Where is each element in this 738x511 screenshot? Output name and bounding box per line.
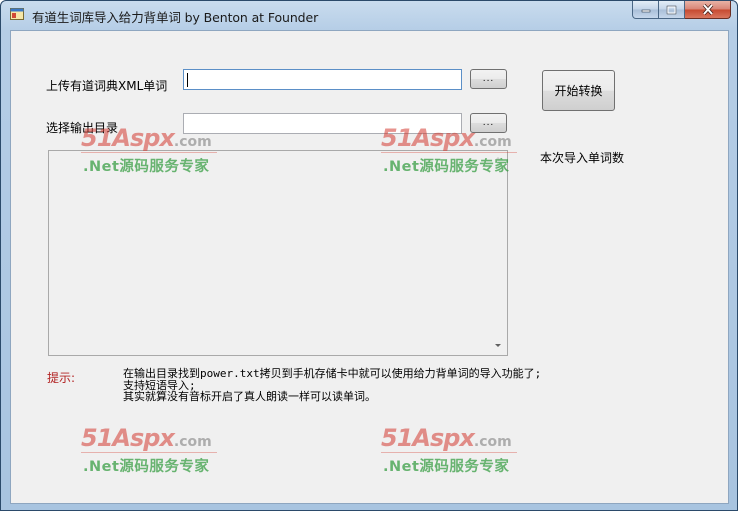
vertical-scrollbar[interactable] — [491, 151, 507, 355]
watermark-divider — [381, 152, 517, 153]
upload-path-input[interactable] — [184, 71, 461, 91]
maximize-button[interactable] — [659, 1, 685, 19]
watermark-domain: .com — [473, 434, 512, 450]
watermark-divider — [381, 452, 517, 453]
import-count-label: 本次导入单词数 — [540, 151, 625, 165]
watermark-tagline: .Net源码服务专家 — [83, 159, 210, 175]
hint-label: 提示: — [47, 371, 76, 385]
watermark-divider — [81, 452, 217, 453]
watermark-domain: .com — [473, 134, 512, 150]
hint-line: 在输出目录找到power.txt拷贝到手机存储卡中就可以使用给力背单词的导入功能… — [123, 367, 542, 380]
watermark-logo: 51Aspx.com .Net源码服务专家 — [381, 424, 521, 475]
close-button[interactable] — [685, 1, 731, 19]
maximize-icon — [666, 5, 677, 14]
scroll-down-arrow-icon[interactable] — [495, 344, 501, 347]
watermark-brand: 51Aspx — [381, 124, 475, 152]
watermark-brand: 51Aspx — [81, 124, 175, 152]
watermark-logo: 51Aspx.com .Net源码服务专家 — [81, 124, 221, 175]
watermark-tagline: .Net源码服务专家 — [83, 459, 210, 475]
watermark-brand: 51Aspx — [381, 424, 475, 452]
app-window: 有道生词库导入给力背单词 by Benton at Founder 上传有道词典… — [0, 0, 738, 511]
watermark-logo: 51Aspx.com .Net源码服务专家 — [381, 124, 521, 175]
minimize-button[interactable] — [632, 1, 659, 19]
watermark-brand: 51Aspx — [81, 424, 175, 452]
close-icon — [702, 4, 713, 15]
upload-path-field[interactable] — [183, 69, 462, 91]
hint-line: 其实就算没有音标开启了真人朗读一样可以读单词。 — [123, 390, 376, 403]
watermark-divider — [81, 152, 217, 153]
watermark-tagline: .Net源码服务专家 — [383, 159, 510, 175]
watermark-domain: .com — [173, 134, 212, 150]
app-icon — [10, 8, 24, 20]
upload-label: 上传有道词典XML单词 — [46, 79, 168, 93]
start-convert-button[interactable]: 开始转换 — [542, 70, 615, 111]
upload-browse-button[interactable]: ... — [470, 69, 507, 89]
minimize-icon — [641, 9, 650, 12]
watermark-logo: 51Aspx.com .Net源码服务专家 — [81, 424, 221, 475]
watermark-domain: .com — [173, 434, 212, 450]
watermark-tagline: .Net源码服务专家 — [383, 459, 510, 475]
title-bar[interactable]: 有道生词库导入给力背单词 by Benton at Founder — [1, 1, 737, 29]
caption-buttons — [632, 1, 731, 20]
hint-text: 在输出目录找到power.txt拷贝到手机存储卡中就可以使用给力背单词的导入功能… — [123, 368, 541, 403]
window-title: 有道生词库导入给力背单词 by Benton at Founder — [32, 10, 319, 25]
text-caret — [187, 73, 188, 87]
word-list-box[interactable] — [48, 150, 508, 356]
